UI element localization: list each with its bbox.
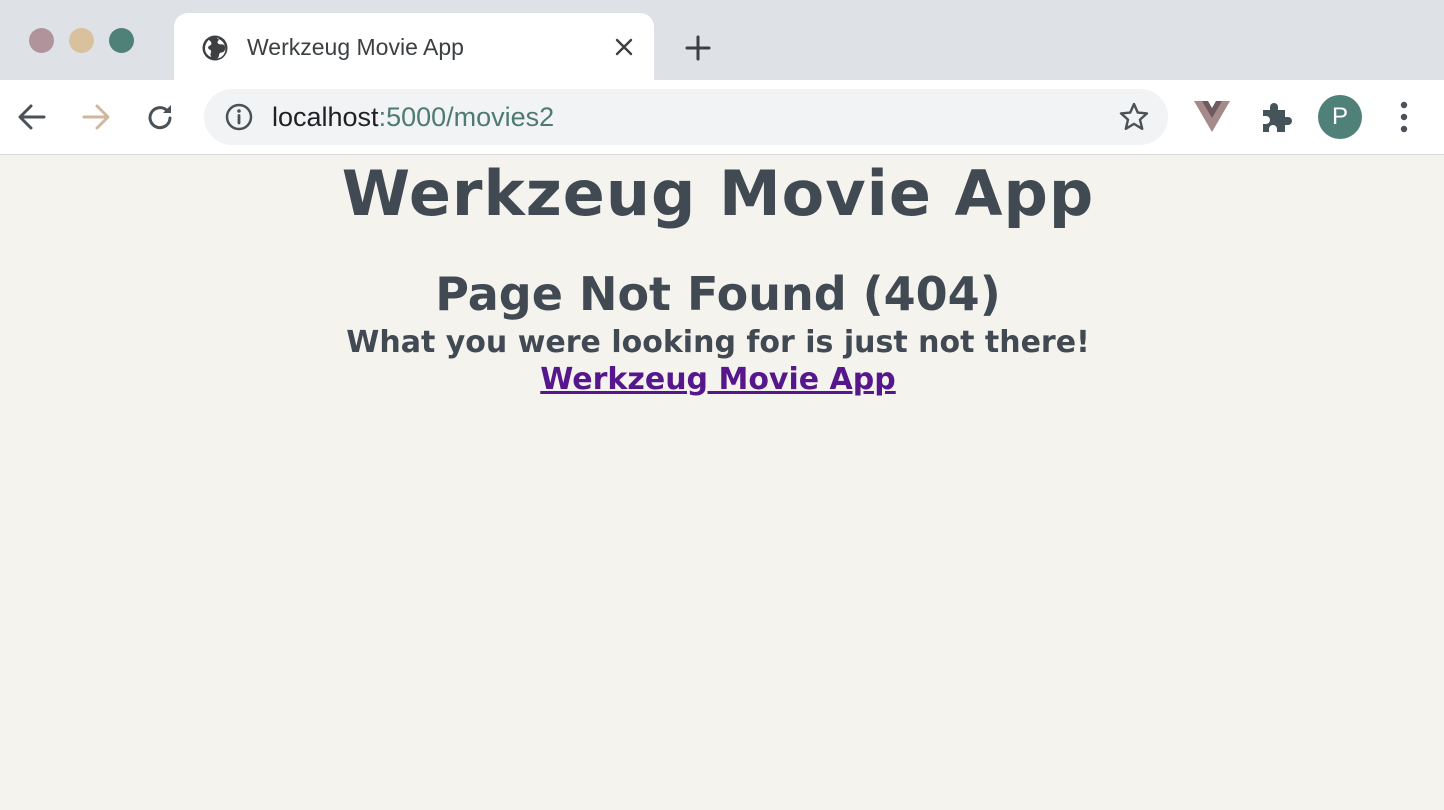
window-maximize-button[interactable] [109, 28, 134, 53]
plus-icon [685, 35, 711, 61]
profile-avatar[interactable]: P [1318, 95, 1362, 139]
url-host: localhost [272, 102, 379, 132]
browser-toolbar: localhost:5000/movies2 P [0, 80, 1444, 155]
browser-titlebar: Werkzeug Movie App [0, 0, 1444, 81]
url-text[interactable]: localhost:5000/movies2 [272, 102, 554, 133]
close-icon [615, 38, 633, 56]
address-bar[interactable]: localhost:5000/movies2 [204, 89, 1168, 145]
forward-arrow-icon [82, 104, 110, 130]
vue-devtools-icon[interactable] [1192, 98, 1232, 134]
app-heading: Werkzeug Movie App [341, 157, 1095, 230]
puzzle-icon[interactable] [1257, 98, 1295, 136]
avatar-initial: P [1331, 103, 1348, 130]
url-path: :5000/movies2 [378, 102, 555, 132]
info-icon[interactable] [224, 102, 254, 132]
back-arrow-icon [18, 104, 46, 130]
reload-button[interactable] [142, 99, 178, 135]
star-icon[interactable] [1118, 101, 1150, 133]
kebab-menu-icon[interactable] [1388, 98, 1420, 136]
back-button[interactable] [14, 99, 50, 135]
home-link-container: Werkzeug Movie App [0, 362, 1436, 397]
globe-icon [202, 35, 228, 61]
window-minimize-button[interactable] [69, 28, 94, 53]
home-link[interactable]: Werkzeug Movie App [540, 362, 895, 397]
browser-tab[interactable]: Werkzeug Movie App [174, 13, 654, 81]
forward-button[interactable] [78, 99, 114, 135]
tab-close-button[interactable] [610, 33, 638, 61]
new-tab-button[interactable] [680, 30, 716, 66]
window-close-button[interactable] [29, 28, 54, 53]
error-title: Page Not Found (404) [435, 267, 1001, 321]
error-message: What you were looking for is just not th… [346, 325, 1090, 360]
page-content: Werkzeug Movie App Page Not Found (404) … [0, 155, 1444, 810]
tab-title: Werkzeug Movie App [247, 34, 464, 60]
reload-icon [148, 105, 172, 130]
